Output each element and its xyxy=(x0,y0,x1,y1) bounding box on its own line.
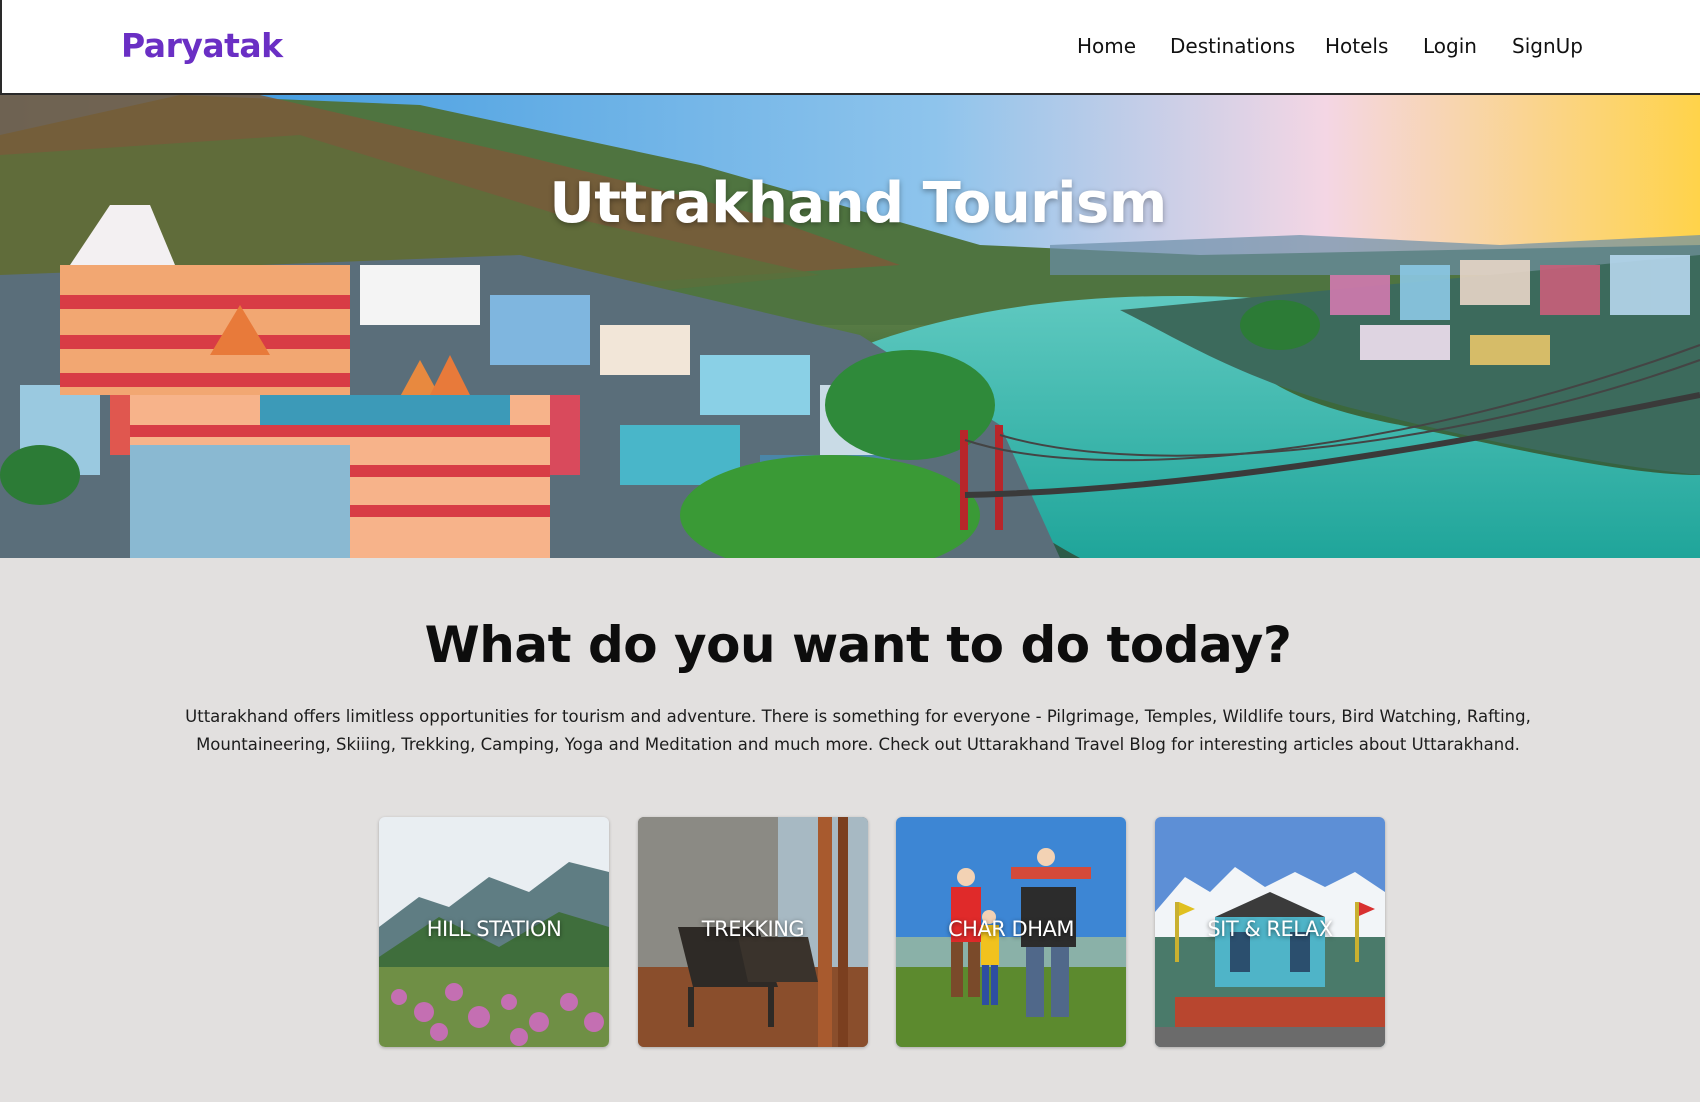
activity-cards: HILL STATION TREKKING CHAR DHAM SIT & RE… xyxy=(0,817,1700,1047)
card-char-dham[interactable]: CHAR DHAM xyxy=(896,817,1126,1047)
navbar: Paryatak Home Destinations Hotels Login … xyxy=(0,0,1700,95)
nav-link-home[interactable]: Home xyxy=(1077,34,1136,58)
section-description: Uttarakhand offers limitless opportuniti… xyxy=(185,707,1531,754)
hero-title: Uttrakhand Tourism xyxy=(549,171,1167,236)
nav-link-login[interactable]: Login xyxy=(1423,34,1477,58)
card-label: CHAR DHAM xyxy=(947,917,1075,941)
hero-landscape-image xyxy=(0,95,1700,558)
card-label: SIT & RELAX xyxy=(1207,917,1333,941)
card-label: HILL STATION xyxy=(426,917,562,941)
nav-link-hotels[interactable]: Hotels xyxy=(1325,34,1388,58)
card-trekking[interactable]: TREKKING xyxy=(638,817,868,1047)
card-label: TREKKING xyxy=(701,917,805,941)
hero-banner: Uttrakhand Tourism xyxy=(0,95,1700,558)
nav-link-destinations[interactable]: Destinations xyxy=(1170,34,1295,58)
section-title: What do you want to do today? xyxy=(424,616,1292,674)
card-sit-relax[interactable]: SIT & RELAX xyxy=(1155,817,1385,1047)
nav-links: Home Destinations Hotels Login SignUp xyxy=(2,34,1700,64)
nav-link-signup[interactable]: SignUp xyxy=(1512,34,1583,58)
card-hill-station[interactable]: HILL STATION xyxy=(379,817,609,1047)
